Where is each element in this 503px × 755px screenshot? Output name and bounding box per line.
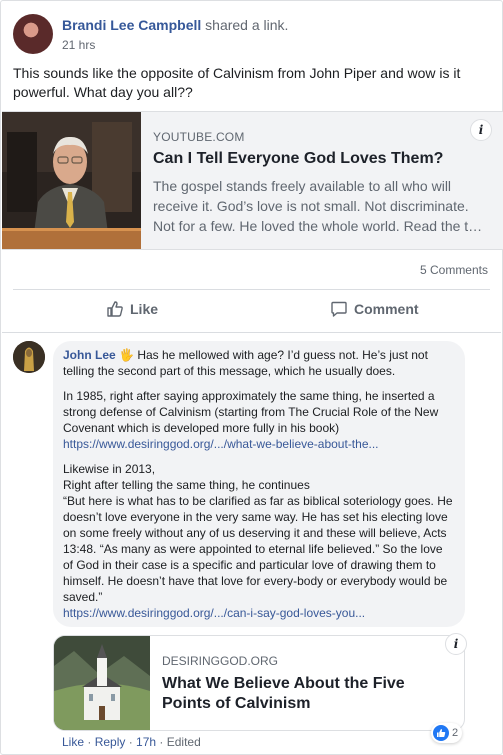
comment-quote: “But here is what has to be clarified as… — [63, 494, 453, 604]
wave-icon: 🖐 — [119, 348, 134, 362]
meta-separator: · — [84, 735, 95, 749]
comments-count[interactable]: 5 Comments — [420, 263, 488, 277]
comment-like-link[interactable]: Like — [62, 735, 84, 749]
post-timestamp[interactable]: 21 hrs — [62, 38, 95, 52]
thumbs-up-icon — [107, 301, 123, 317]
comment-text-2: In 1985, right after saying approximatel… — [63, 389, 439, 435]
comment-link-1[interactable]: https://www.desiringgod.org/.../what-we-… — [63, 437, 379, 451]
video-thumbnail[interactable] — [2, 112, 141, 249]
comment-paragraph-1: John Lee 🖐 Has he mellowed with age? I’d… — [63, 347, 455, 379]
comment-text-3b: Right after telling the same thing, he c… — [63, 478, 310, 492]
comment-bubble-icon — [331, 301, 347, 317]
comment-edited[interactable]: Edited — [167, 735, 201, 749]
post-card: Brandi Lee Campbell shared a link. 21 hr… — [0, 0, 503, 755]
reaction-count[interactable]: 2 — [431, 723, 463, 743]
link-preview[interactable]: YOUTUBE.COM Can I Tell Everyone God Love… — [2, 111, 503, 250]
attachment-info-icon[interactable]: i — [445, 633, 467, 655]
attachment-title[interactable]: What We Believe About the Five Points of… — [162, 674, 432, 714]
commenter-avatar-image — [13, 341, 45, 373]
attachment-thumbnail — [54, 636, 150, 730]
attachment-body: DESIRINGGOD.ORG What We Believe About th… — [162, 654, 432, 714]
author-avatar[interactable] — [13, 14, 53, 54]
commenter-name[interactable]: John Lee — [63, 348, 116, 362]
author-line: Brandi Lee Campbell shared a link. — [62, 17, 288, 33]
author-name[interactable]: Brandi Lee Campbell — [62, 17, 201, 33]
comment-paragraph-3: Likewise in 2013, Right after telling th… — [63, 461, 455, 621]
action-bar: Like Comment — [13, 292, 491, 326]
attachment-domain: DESIRINGGOD.ORG — [162, 654, 279, 668]
reaction-number: 2 — [452, 727, 459, 739]
comment-button[interactable]: Comment — [330, 292, 419, 326]
comment-bubble: John Lee 🖐 Has he mellowed with age? I’d… — [53, 341, 465, 627]
comment-button-label: Comment — [354, 301, 419, 317]
commenter-avatar[interactable] — [13, 341, 45, 373]
preview-description: The gospel stands freely available to al… — [153, 178, 483, 234]
meta-separator: · — [125, 735, 137, 749]
comment-link-2[interactable]: https://www.desiringgod.org/.../can-i-sa… — [63, 606, 365, 620]
video-thumbnail-image — [2, 112, 141, 249]
like-reaction-icon — [433, 725, 449, 741]
comment-reply-link[interactable]: Reply — [95, 735, 126, 749]
comment-meta: Like · Reply · 17h · Edited — [62, 735, 201, 749]
post-text: This sounds like the opposite of Calvini… — [13, 65, 461, 100]
comment-text-1: Has he mellowed with age? I’d guess not.… — [63, 348, 428, 378]
like-button[interactable]: Like — [106, 292, 158, 326]
comment-text-3a: Likewise in 2013, — [63, 462, 156, 476]
like-button-label: Like — [130, 301, 159, 317]
preview-title[interactable]: Can I Tell Everyone God Loves Them? — [153, 150, 493, 168]
author-action: shared a link. — [201, 17, 289, 33]
comment-paragraph-2: In 1985, right after saying approximatel… — [63, 388, 455, 452]
comment-time[interactable]: 17h — [136, 735, 156, 749]
meta-separator: · — [156, 735, 167, 749]
info-icon[interactable]: i — [470, 119, 492, 141]
preview-domain: YOUTUBE.COM — [153, 130, 245, 144]
church-image — [54, 636, 150, 730]
preview-body: YOUTUBE.COM Can I Tell Everyone God Love… — [153, 130, 493, 236]
divider — [13, 289, 490, 290]
comment-link-attachment[interactable]: DESIRINGGOD.ORG What We Believe About th… — [53, 635, 465, 731]
